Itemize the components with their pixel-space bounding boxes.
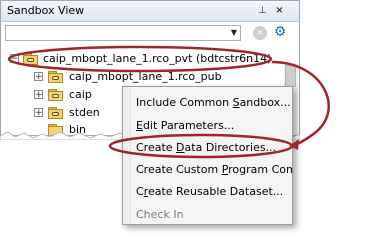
expand-icon[interactable]: + xyxy=(34,72,43,82)
close-icon[interactable]: × xyxy=(273,4,286,17)
menu-item-include-common-sandbox[interactable]: Include Common Sandbox... xyxy=(136,93,291,113)
menu-item-create-data-directories[interactable]: Create Data Directories... xyxy=(136,138,276,158)
panel-title: Sandbox View xyxy=(7,4,85,17)
menu-item-edit-parameters[interactable]: Edit Parameters... xyxy=(136,116,234,136)
sandbox-folder-icon xyxy=(48,107,64,119)
menu-item-check-in[interactable]: Check In xyxy=(136,205,184,224)
dropdown-icon[interactable]: ▼ xyxy=(227,25,241,41)
expand-icon[interactable]: + xyxy=(34,108,43,118)
clear-icon[interactable]: × xyxy=(253,26,267,40)
tree-item-root[interactable]: − caip_mbopt_lane_1.rco_pvt (bdtcstr6n14… xyxy=(1,51,281,68)
panel-titlebar: Sandbox View ⊥ × xyxy=(1,1,299,22)
filter-input[interactable] xyxy=(5,25,241,41)
context-menu: Include Common Sandbox... Edit Parameter… xyxy=(122,86,293,225)
menu-gutter xyxy=(123,87,131,224)
pin-icon[interactable]: ⊥ xyxy=(256,4,269,17)
expand-icon[interactable]: + xyxy=(34,90,43,100)
menu-item-create-reusable-dataset[interactable]: Create Reusable Dataset... xyxy=(136,182,283,202)
tree-item-label: stden xyxy=(69,106,100,119)
settings-icon[interactable]: ⚙ xyxy=(272,24,288,40)
sandbox-folder-icon xyxy=(23,53,39,65)
tree-item-label: caip_mbopt_lane_1.rco_pvt (bdtcstr6n14) xyxy=(43,52,272,65)
sandbox-folder-icon xyxy=(48,71,64,83)
tree-item[interactable]: + caip_mbopt_lane_1.rco_pub xyxy=(1,69,281,86)
menu-item-create-custom-program-component[interactable]: Create Custom Program Component xyxy=(136,160,292,180)
tree-item-label: caip xyxy=(69,88,92,101)
sandbox-folder-icon xyxy=(48,89,64,101)
tree-item-label: caip_mbopt_lane_1.rco_pub xyxy=(69,70,222,83)
panel-toolbar: ▼ × ⚙ xyxy=(1,22,299,44)
collapse-icon[interactable]: − xyxy=(10,54,19,64)
scroll-thumb[interactable] xyxy=(285,65,296,87)
